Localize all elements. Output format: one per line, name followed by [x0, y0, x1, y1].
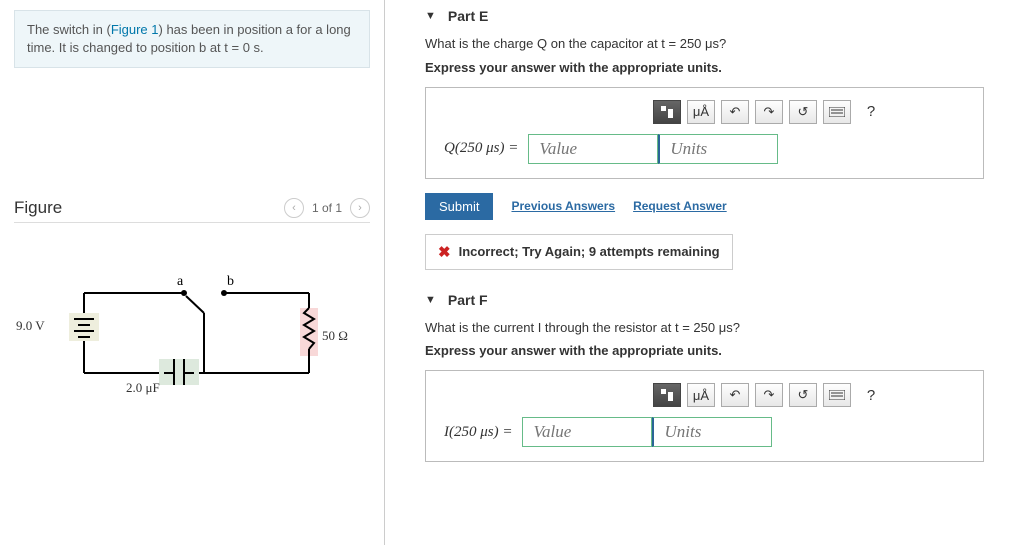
- part-e-value-input[interactable]: [528, 134, 658, 164]
- units-tool-button[interactable]: μÅ: [687, 100, 715, 124]
- reset-icon[interactable]: ↺: [789, 100, 817, 124]
- capacitor-label: 2.0 μF: [126, 380, 160, 396]
- pager-text: 1 of 1: [312, 201, 342, 215]
- label-a: a: [177, 274, 184, 289]
- feedback-text: Incorrect; Try Again; 9 attempts remaini…: [459, 244, 720, 259]
- templates-icon[interactable]: [653, 100, 681, 124]
- templates-icon[interactable]: [653, 383, 681, 407]
- pager-next-button[interactable]: ›: [350, 198, 370, 218]
- previous-answers-link[interactable]: Previous Answers: [511, 199, 615, 213]
- problem-statement: The switch in (Figure 1) has been in pos…: [14, 10, 370, 68]
- part-f-value-input[interactable]: [522, 417, 652, 447]
- circuit-diagram: a b: [14, 263, 370, 406]
- part-f-question: What is the current I through the resist…: [425, 318, 984, 338]
- part-e-title: Part E: [448, 8, 488, 24]
- part-e-feedback: ✖ Incorrect; Try Again; 9 attempts remai…: [425, 234, 733, 270]
- undo-icon[interactable]: ↶: [721, 383, 749, 407]
- pager-prev-button[interactable]: ‹: [284, 198, 304, 218]
- part-f: ▼ Part F What is the current I through t…: [425, 292, 984, 463]
- part-e-answer-box: μÅ ↶ ↷ ↺ ? Q(250 μs) =: [425, 87, 984, 179]
- request-answer-link[interactable]: Request Answer: [633, 199, 727, 213]
- figure-pager: ‹ 1 of 1 ›: [284, 198, 370, 218]
- part-e-eq-label: Q(250 μs) =: [444, 140, 518, 157]
- part-f-title: Part F: [448, 292, 488, 308]
- part-e-submit-button[interactable]: Submit: [425, 193, 493, 220]
- label-b: b: [227, 274, 234, 289]
- resistor-label: 50 Ω: [322, 328, 348, 344]
- redo-icon[interactable]: ↷: [755, 383, 783, 407]
- redo-icon[interactable]: ↷: [755, 100, 783, 124]
- part-e-units-input[interactable]: [658, 134, 778, 164]
- incorrect-icon: ✖: [438, 243, 451, 261]
- units-tool-button[interactable]: μÅ: [687, 383, 715, 407]
- part-e: ▼ Part E What is the charge Q on the cap…: [425, 8, 984, 270]
- keyboard-icon[interactable]: [823, 383, 851, 407]
- collapse-icon[interactable]: ▼: [425, 10, 436, 22]
- help-icon[interactable]: ?: [857, 100, 885, 124]
- part-f-eq-label: I(250 μs) =: [444, 424, 512, 441]
- part-e-instruction: Express your answer with the appropriate…: [425, 60, 984, 75]
- part-f-instruction: Express your answer with the appropriate…: [425, 343, 984, 358]
- part-f-units-input[interactable]: [652, 417, 772, 447]
- part-e-question: What is the charge Q on the capacitor at…: [425, 34, 984, 54]
- prompt-prefix: The switch in (: [27, 22, 111, 37]
- keyboard-icon[interactable]: [823, 100, 851, 124]
- help-icon[interactable]: ?: [857, 383, 885, 407]
- voltage-label: 9.0 V: [16, 318, 45, 334]
- collapse-icon[interactable]: ▼: [425, 294, 436, 306]
- figure-link[interactable]: Figure 1: [111, 22, 159, 37]
- undo-icon[interactable]: ↶: [721, 100, 749, 124]
- part-f-answer-box: μÅ ↶ ↷ ↺ ? I(250 μs) =: [425, 370, 984, 462]
- figure-title: Figure: [14, 198, 62, 218]
- reset-icon[interactable]: ↺: [789, 383, 817, 407]
